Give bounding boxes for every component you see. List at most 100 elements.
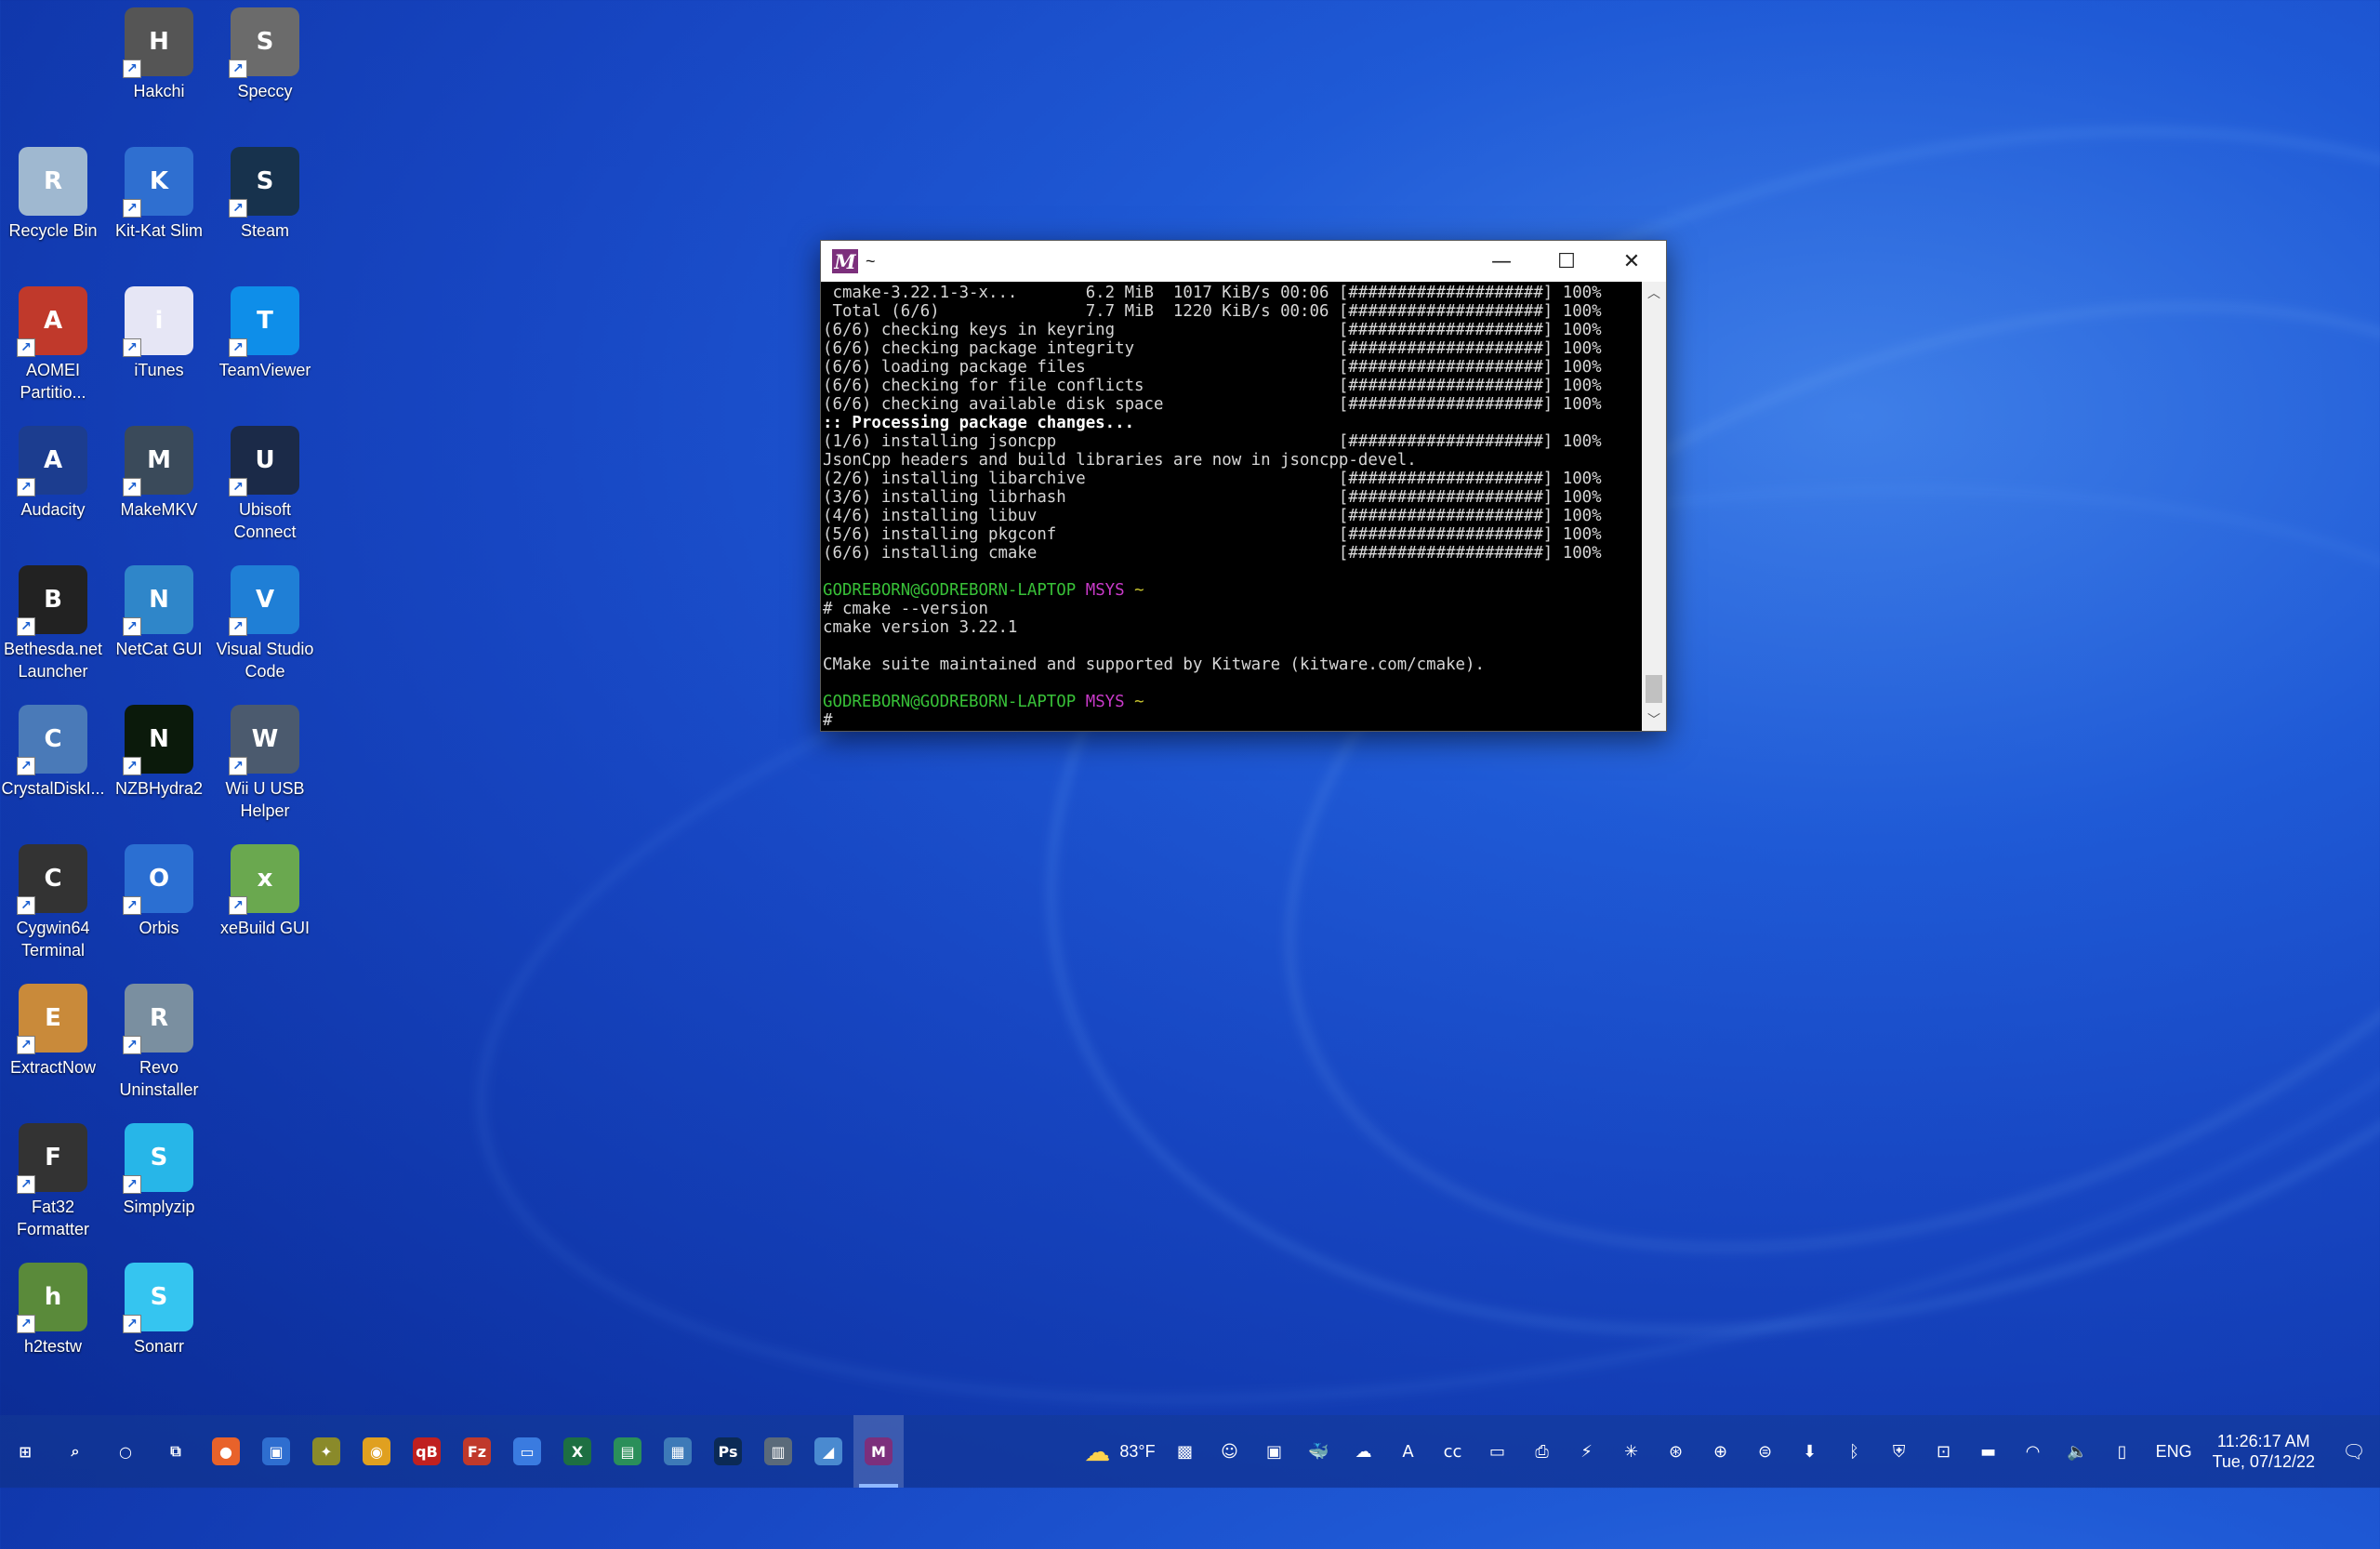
desktop-icon[interactable]: R Recycle Bin [0,147,106,242]
desktop-icon[interactable]: W ↗ Wii U USB Helper [212,705,318,822]
desktop-icon[interactable]: H ↗ Hakchi [106,7,212,102]
bluetooth-alt-icon[interactable]: ✳ [1609,1415,1654,1488]
weather-temperature[interactable]: 83°F [1119,1442,1155,1462]
control-panel-taskbar-button[interactable]: ▦ [653,1415,703,1488]
desktop-icon[interactable]: x ↗ xeBuild GUI [212,844,318,939]
desktop-icon[interactable]: N ↗ NZBHydra2 [106,705,212,800]
cortana-taskbar-button[interactable]: ○ [100,1415,151,1488]
msys-app-icon[interactable]: M [832,249,858,273]
app-folder-taskbar-button[interactable]: ◢ [803,1415,853,1488]
desktop-icon[interactable]: M ↗ MakeMKV [106,426,212,521]
desktop-icon[interactable]: S ↗ Simplyzip [106,1123,212,1218]
filezilla-icon: Fz [463,1437,491,1465]
prompt-dir: ~ [1134,693,1144,711]
app-green-taskbar-button[interactable]: ▤ [602,1415,653,1488]
drive-icon[interactable]: ▭ [1475,1415,1520,1488]
desktop-icon[interactable]: T ↗ TeamViewer [212,286,318,381]
prompt-user: GODREBORN@GODREBORN-LAPTOP [823,693,1077,711]
shortcut-arrow-icon: ↗ [229,757,247,775]
lifebuoy-icon[interactable]: ⊕ [1699,1415,1743,1488]
prompt-env: MSYS [1085,693,1125,711]
close-button[interactable]: ✕ [1599,241,1664,282]
start-button-taskbar-button[interactable]: ⊞ [0,1415,50,1488]
vscode-icon: V ↗ [229,565,299,636]
desktop-icon[interactable]: S ↗ Sonarr [106,1263,212,1357]
desktop-icon[interactable]: E ↗ ExtractNow [0,984,106,1079]
msys-terminal-window[interactable]: M ~ — ☐ ✕ cmake-3.22.1-3-x... 6.2 MiB 10… [820,240,1667,732]
msys-taskbar-button[interactable]: M [853,1415,904,1488]
desktop-icon[interactable]: F ↗ Fat32 Formatter [0,1123,106,1240]
filezilla-taskbar-button[interactable]: Fz [452,1415,502,1488]
font-icon[interactable]: A [1386,1415,1431,1488]
desktop-icon[interactable]: i ↗ iTunes [106,286,212,381]
desktop-icon[interactable]: R ↗ Revo Uninstaller [106,984,212,1101]
desktop-icon[interactable]: V ↗ Visual Studio Code [212,565,318,682]
app-window-icon: ▣ [262,1437,290,1465]
usb-icon[interactable]: ▯ [2100,1415,2145,1488]
desktop-icon[interactable]: C ↗ CrystalDiskI... [0,705,106,800]
volume-icon[interactable]: 🔈 [2056,1415,2100,1488]
window-titlebar[interactable]: M ~ — ☐ ✕ [821,241,1666,282]
desktop-icon-label: Orbis [139,919,179,937]
terminal-line-text: (6/6) checking for file conflicts [#####… [823,377,1602,395]
shortcut-arrow-icon: ↗ [17,757,35,775]
bluetooth-icon[interactable]: ᛒ [1832,1415,1877,1488]
desktop-icon[interactable]: C ↗ Cygwin64 Terminal [0,844,106,961]
nvidia-icon[interactable]: ▣ [1252,1415,1297,1488]
excel-taskbar-button[interactable]: X [552,1415,602,1488]
clock[interactable]: 11:26:17 AM Tue, 07/12/22 [2213,1431,2315,1472]
docker-icon[interactable]: 🐳 [1297,1415,1342,1488]
app-blue-icon: ▭ [513,1437,541,1465]
printer-icon[interactable]: ⎙ [1520,1415,1565,1488]
firefox-taskbar-button[interactable]: ● [201,1415,251,1488]
desktop-icon[interactable]: h ↗ h2testw [0,1263,106,1357]
photoshop-taskbar-button[interactable]: Ps [703,1415,753,1488]
photoshop-icon: Ps [714,1437,742,1465]
desktop-icon[interactable]: B ↗ Bethesda.net Launcher [0,565,106,682]
download-icon[interactable]: ⬇ [1788,1415,1832,1488]
battery-icon[interactable]: ▬ [1966,1415,2011,1488]
minecraft-icon[interactable]: ▩ [1163,1415,1208,1488]
notification-center-icon[interactable]: 🗨 [2328,1415,2380,1488]
terminal-scrollbar[interactable]: ︿ ﹀ [1642,282,1666,731]
desktop-icon[interactable]: N ↗ NetCat GUI [106,565,212,660]
discord-icon[interactable]: ☺ [1208,1415,1252,1488]
weather-icon[interactable]: ☁ [1075,1415,1119,1488]
vpn-icon[interactable]: ⊜ [1743,1415,1788,1488]
app-window-taskbar-button[interactable]: ▣ [251,1415,301,1488]
steam-tray-icon[interactable]: ⊛ [1654,1415,1699,1488]
desktop-icon[interactable]: A ↗ AOMEI Partitio... [0,286,106,404]
app-tool-taskbar-button[interactable]: ✦ [301,1415,351,1488]
onedrive-icon[interactable]: ☁ [1342,1415,1386,1488]
scroll-up-button[interactable]: ︿ [1642,282,1666,304]
calculator-taskbar-button[interactable]: ▥ [753,1415,803,1488]
qbittorrent-taskbar-button[interactable]: qB [402,1415,452,1488]
desktop-icon-grid: H ↗ Hakchi S ↗ Speccy R Recycle Bin K ↗ Kit-Kat Sl… [0,0,335,1413]
maximize-button[interactable]: ☐ [1534,241,1599,282]
minimize-button[interactable]: — [1469,241,1534,282]
fat32-icon: F ↗ [17,1123,87,1194]
task-view-taskbar-button[interactable]: ⧉ [151,1415,201,1488]
search-taskbar-button[interactable]: ⌕ [50,1415,100,1488]
scroll-down-button[interactable]: ﹀ [1642,708,1666,731]
shortcut-arrow-icon: ↗ [17,478,35,496]
app-blue-taskbar-button[interactable]: ▭ [502,1415,552,1488]
search-icon: ⌕ [71,1442,80,1460]
desktop-icon[interactable]: S ↗ Steam [212,147,318,242]
desktop-icon[interactable]: A ↗ Audacity [0,426,106,521]
defender-icon[interactable]: ⛨ [1877,1415,1922,1488]
chrome-taskbar-button[interactable]: ◉ [351,1415,402,1488]
terminal-line: # cmake --version [823,600,1642,618]
scrollbar-thumb[interactable] [1646,675,1662,703]
terminal-output[interactable]: cmake-3.22.1-3-x... 6.2 MiB 1017 KiB/s 0… [821,282,1642,731]
desktop-icon[interactable]: O ↗ Orbis [106,844,212,939]
desktop-icon[interactable]: U ↗ Ubisoft Connect [212,426,318,543]
desktop-icon[interactable]: K ↗ Kit-Kat Slim [106,147,212,242]
simplyzip-icon: S ↗ [123,1123,193,1194]
language-indicator[interactable]: ENG [2156,1442,2192,1462]
display-icon[interactable]: ⊡ [1922,1415,1966,1488]
lightning-icon[interactable]: ⚡ [1565,1415,1609,1488]
desktop-icon[interactable]: S ↗ Speccy [212,7,318,102]
cc-icon[interactable]: cc [1431,1415,1475,1488]
wifi-icon[interactable]: ◠ [2011,1415,2056,1488]
